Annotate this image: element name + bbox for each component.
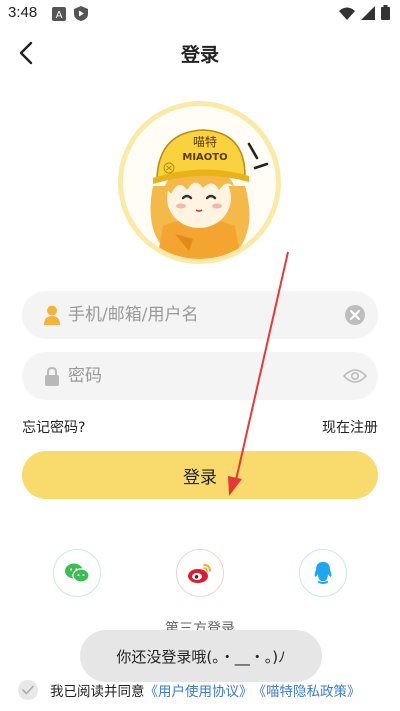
status-icons-right xyxy=(339,5,390,24)
weibo-login-button[interactable] xyxy=(176,549,224,597)
wechat-login-button[interactable] xyxy=(53,549,101,597)
avatar-illustration: 喵特 MIAOTO xyxy=(123,106,276,259)
qq-icon xyxy=(314,562,332,584)
signal-icon xyxy=(361,5,375,24)
qq-login-button[interactable] xyxy=(299,549,347,597)
svg-text:A: A xyxy=(56,10,63,21)
wifi-icon xyxy=(339,5,355,24)
agreement-row: 我已阅读并同意 《用户使用协议》 《喵特隐私政策》 xyxy=(18,679,388,701)
svg-text:喵特: 喵特 xyxy=(193,134,217,149)
register-link[interactable]: 现在注册 xyxy=(322,417,378,437)
status-icons-left: A xyxy=(52,6,88,25)
password-input[interactable] xyxy=(68,356,342,396)
toast-message: 你还没登录哦(。・__・。)ﾉ xyxy=(80,630,322,682)
privacy-link[interactable]: 《喵特隐私政策》 xyxy=(253,680,361,700)
avatar: 喵特 MIAOTO xyxy=(118,101,281,264)
weibo-icon xyxy=(188,564,211,583)
forgot-password-link[interactable]: 忘记密码? xyxy=(22,417,85,437)
shield-play-icon xyxy=(74,6,88,25)
password-field xyxy=(22,352,378,400)
check-icon xyxy=(22,685,34,695)
wechat-icon xyxy=(65,563,89,583)
agreement-checkbox[interactable] xyxy=(18,680,38,700)
status-bar: 3:48 A xyxy=(0,0,400,28)
eye-icon[interactable] xyxy=(342,363,368,389)
svg-text:MIAOTO: MIAOTO xyxy=(182,152,227,163)
clear-icon[interactable] xyxy=(342,302,368,328)
auth-links: 忘记密码? 现在注册 xyxy=(22,417,378,437)
header: 登录 xyxy=(0,28,400,80)
lock-icon xyxy=(42,365,62,387)
username-field xyxy=(22,291,378,339)
status-time: 3:48 xyxy=(8,4,38,21)
android-a-icon: A xyxy=(52,6,66,25)
page-title: 登录 xyxy=(180,44,219,66)
login-button[interactable]: 登录 xyxy=(22,451,378,499)
terms-link[interactable]: 《用户使用协议》 xyxy=(145,680,253,700)
user-icon xyxy=(42,304,62,326)
agreement-text: 我已阅读并同意 xyxy=(50,684,145,700)
battery-icon xyxy=(381,5,390,24)
username-input[interactable] xyxy=(68,295,342,335)
